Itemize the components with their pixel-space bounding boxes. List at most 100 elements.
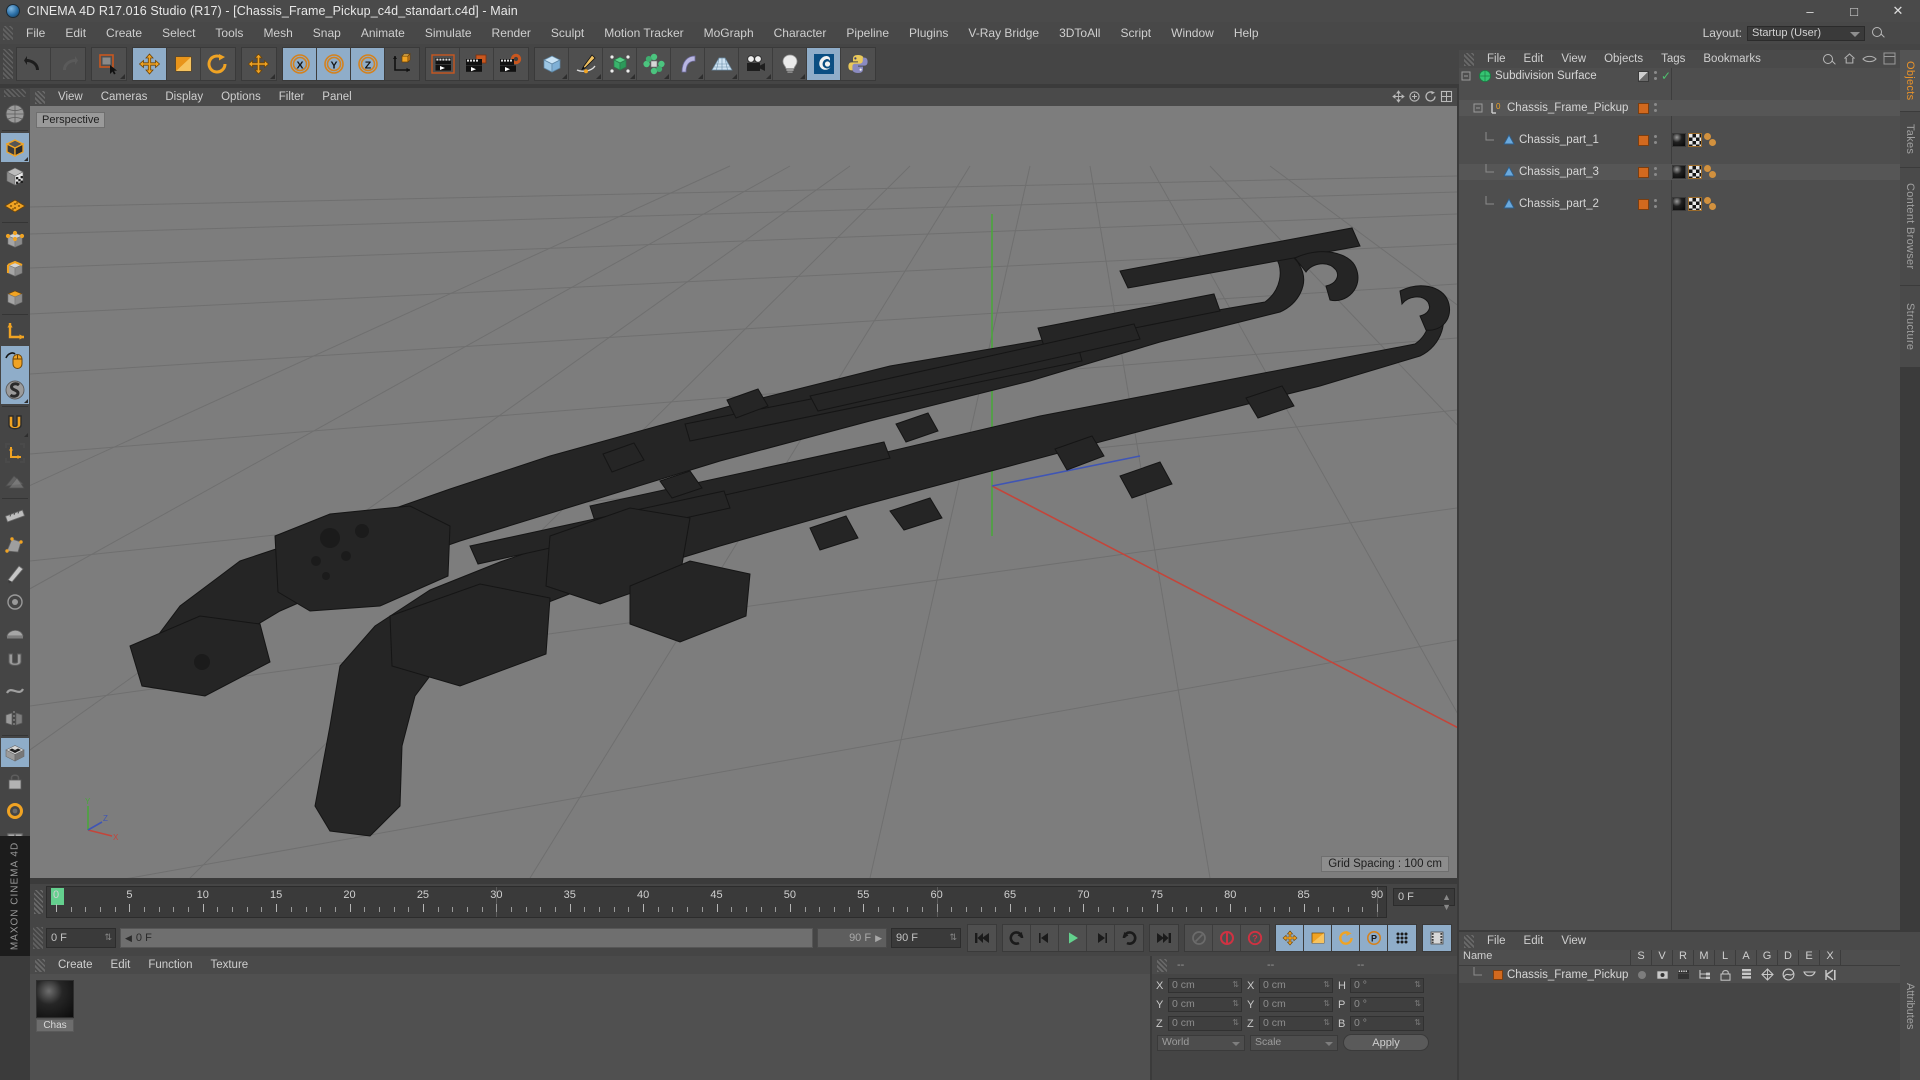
add-generator-button[interactable]: [603, 48, 637, 80]
material-manager-grip[interactable]: [35, 958, 45, 972]
spinner-icon[interactable]: ⇅: [1323, 1019, 1330, 1027]
lock-button[interactable]: [1, 767, 29, 796]
spinner-icon[interactable]: ⇅: [1414, 1000, 1421, 1008]
python-script-button[interactable]: [841, 48, 875, 80]
add-floor-button[interactable]: [705, 48, 739, 80]
pan-view-icon[interactable]: [1392, 90, 1405, 103]
add-bend-button[interactable]: [671, 48, 705, 80]
menu-item-edit[interactable]: Edit: [55, 22, 96, 44]
material-chip[interactable]: Chas: [36, 980, 74, 1032]
uvw-tag-icon[interactable]: [1688, 197, 1702, 211]
object-row-chassis-frame-pickup[interactable]: 0 Chassis_Frame_Pickup: [1459, 100, 1900, 116]
spinner-icon[interactable]: ⇅: [104, 933, 112, 942]
spinner-icon[interactable]: ▲ ▼: [1442, 892, 1451, 912]
material-tag-icon[interactable]: [1672, 165, 1686, 179]
menu-item-3dtoall[interactable]: 3DToAll: [1049, 22, 1110, 44]
edges-mode-button[interactable]: [1, 254, 29, 283]
hierarchy-icon[interactable]: [1694, 969, 1715, 980]
magnet-tool-button[interactable]: [1, 646, 29, 675]
redo-button[interactable]: [51, 48, 85, 80]
close-button[interactable]: ✕: [1876, 0, 1920, 22]
move-tool-button[interactable]: [133, 48, 167, 80]
visible-icon[interactable]: [1652, 969, 1673, 980]
attribute-row[interactable]: Chassis_Frame_Pickup: [1459, 966, 1900, 983]
move-alt-button[interactable]: [242, 48, 276, 80]
menu-item-plugins[interactable]: Plugins: [899, 22, 958, 44]
polygons-mode-button[interactable]: [1, 283, 29, 312]
scale-tool-button[interactable]: [167, 48, 201, 80]
make-editable-button[interactable]: [1, 99, 29, 128]
menu-item-help[interactable]: Help: [1224, 22, 1269, 44]
material-tag-icon[interactable]: [1672, 133, 1686, 147]
minimize-button[interactable]: –: [1788, 0, 1832, 22]
tab-objects[interactable]: Objects: [1900, 50, 1920, 112]
uvw-tag-icon[interactable]: [1688, 165, 1702, 179]
enable-toggle-icon[interactable]: [1638, 71, 1649, 82]
object-menu-edit[interactable]: Edit: [1515, 50, 1553, 68]
points-mode-button[interactable]: [1, 225, 29, 254]
world-object-coord-button[interactable]: [385, 48, 419, 80]
spinner-icon[interactable]: ⇅: [1232, 1019, 1239, 1027]
render-view-button[interactable]: [426, 48, 460, 80]
render-region-button[interactable]: [460, 48, 494, 80]
keyframe-selection-button[interactable]: ?: [1241, 925, 1269, 951]
viewport-menu-panel[interactable]: Panel: [313, 88, 360, 106]
spinner-icon[interactable]: ⇅: [1232, 981, 1239, 989]
mirror-button[interactable]: [1, 704, 29, 733]
menu-item-select[interactable]: Select: [152, 22, 205, 44]
display-color-tag-icon[interactable]: [1638, 103, 1649, 114]
object-tree[interactable]: Subdivision Surface ✓ 0 Chassis_Frame_Pi…: [1459, 68, 1900, 930]
material-manager-body[interactable]: Chas: [30, 974, 1150, 1080]
object-row-chassis-part-1[interactable]: Chassis_part_1: [1459, 132, 1900, 148]
attribute-menu-edit[interactable]: Edit: [1515, 932, 1553, 950]
polygon-pen-button[interactable]: [1, 530, 29, 559]
display-color-tag-icon[interactable]: [1638, 167, 1649, 178]
menu-item-character[interactable]: Character: [764, 22, 837, 44]
field-position-z[interactable]: 0 cm ⇅: [1168, 1016, 1242, 1031]
current-frame-field[interactable]: 0 F ⇅: [46, 928, 116, 948]
attribute-manager-grip[interactable]: [1464, 934, 1474, 948]
viewport-3d[interactable]: Perspective Grid Spacing : 100 cm Y X Z: [30, 106, 1457, 878]
knife-button[interactable]: [1, 559, 29, 588]
menu-item-mograph[interactable]: MoGraph: [694, 22, 764, 44]
spinner-icon[interactable]: ⇅: [1414, 1019, 1421, 1027]
timeline-button[interactable]: [1423, 925, 1451, 951]
left-toolbar-grip[interactable]: [4, 89, 26, 97]
measure-button[interactable]: [1, 501, 29, 530]
visibility-dots-icon[interactable]: [1654, 135, 1657, 144]
spinner-icon[interactable]: ⇅: [1323, 1000, 1330, 1008]
go-to-end-button[interactable]: [1150, 925, 1178, 951]
gear-button[interactable]: [1, 796, 29, 825]
phong-tag-icon[interactable]: [1704, 165, 1720, 179]
menu-item-render[interactable]: Render: [482, 22, 541, 44]
search-icon[interactable]: [1870, 25, 1886, 41]
field-size-x[interactable]: 0 cm ⇅: [1259, 978, 1333, 993]
coordinate-mode-dropdown[interactable]: Scale: [1250, 1034, 1338, 1051]
viewport-menu-cameras[interactable]: Cameras: [92, 88, 157, 106]
field-position-y[interactable]: 0 cm ⇅: [1168, 997, 1242, 1012]
param-key-button[interactable]: P: [1360, 925, 1388, 951]
tab-takes[interactable]: Takes: [1900, 112, 1920, 168]
menu-item-file[interactable]: File: [16, 22, 55, 44]
z-axis-lock-button[interactable]: Z: [351, 48, 385, 80]
uvw-tag-icon[interactable]: [1688, 133, 1702, 147]
menu-item-animate[interactable]: Animate: [351, 22, 415, 44]
record-active-objects-button[interactable]: [1185, 925, 1213, 951]
object-row-chassis-part-3[interactable]: Chassis_part_3: [1459, 164, 1900, 180]
field-rotation-p[interactable]: 0 ° ⇅: [1350, 997, 1424, 1012]
play-loop-button[interactable]: [1115, 925, 1143, 951]
dot-icon[interactable]: [1631, 970, 1652, 979]
menu-item-vray-bridge[interactable]: V-Ray Bridge: [958, 22, 1049, 44]
viewport-menu-grip[interactable]: [35, 90, 45, 104]
attribute-menu-file[interactable]: File: [1478, 932, 1515, 950]
object-menu-objects[interactable]: Objects: [1595, 50, 1652, 68]
transport-grip[interactable]: [33, 927, 43, 949]
field-size-z[interactable]: 0 cm ⇅: [1259, 1016, 1333, 1031]
layout-panel-icon[interactable]: [1883, 52, 1896, 68]
snap-button[interactable]: [1, 409, 29, 438]
smooth-button[interactable]: [1, 675, 29, 704]
deform-icon[interactable]: [1778, 968, 1799, 981]
xref-icon[interactable]: [1820, 968, 1841, 981]
texture-mode-button[interactable]: [1, 162, 29, 191]
material-menu-texture[interactable]: Texture: [201, 956, 257, 974]
